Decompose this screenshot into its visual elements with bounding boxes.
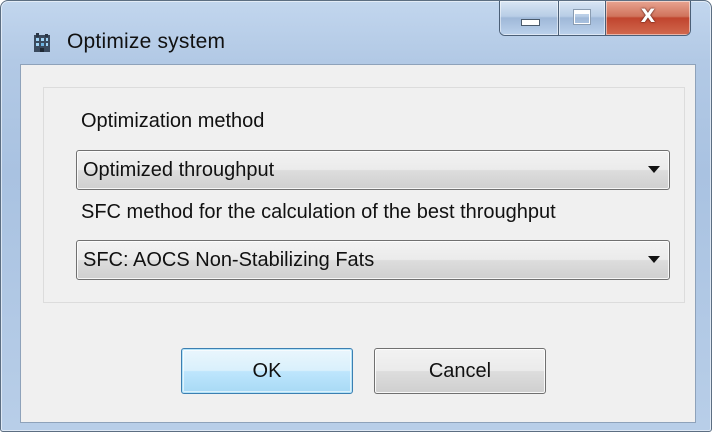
options-group: Optimization method Optimized throughput… (43, 87, 685, 303)
chevron-down-icon[interactable] (648, 256, 660, 263)
caption-buttons: X (499, 1, 691, 36)
maximize-button[interactable] (559, 1, 606, 35)
close-button[interactable]: X (606, 1, 690, 35)
minimize-icon (521, 19, 540, 26)
chevron-down-icon[interactable] (648, 166, 660, 173)
ok-button[interactable]: OK (181, 348, 353, 394)
app-building-icon (34, 33, 50, 52)
close-icon: X (640, 5, 656, 27)
sfc-method-label: SFC method for the calculation of the be… (81, 201, 556, 223)
optimization-method-label: Optimization method (81, 110, 265, 132)
maximize-icon (574, 10, 590, 24)
minimize-button[interactable] (500, 1, 559, 35)
dialog-window: Optimize system X Optimization method Op… (0, 0, 712, 432)
optimization-method-value: Optimized throughput (83, 159, 275, 181)
sfc-method-value: SFC: AOCS Non-Stabilizing Fats (83, 249, 375, 271)
sfc-method-select[interactable]: SFC: AOCS Non-Stabilizing Fats (76, 240, 670, 280)
window-title: Optimize system (67, 30, 226, 53)
title-bar[interactable]: Optimize system X (1, 1, 711, 65)
optimization-method-select[interactable]: Optimized throughput (76, 150, 670, 190)
cancel-button[interactable]: Cancel (374, 348, 546, 394)
dialog-body: Optimization method Optimized throughput… (20, 64, 696, 423)
